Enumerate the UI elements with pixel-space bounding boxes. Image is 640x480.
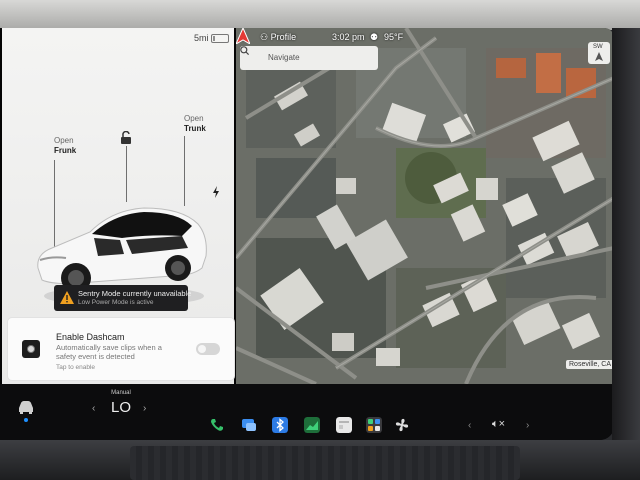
trunk-callout[interactable]: Open Trunk xyxy=(184,114,206,134)
energy-icon[interactable] xyxy=(304,417,320,433)
outside-temperature: 95°F xyxy=(384,32,404,42)
device-bezel-right xyxy=(612,28,640,448)
calendar-icon[interactable] xyxy=(336,417,352,433)
dashcam-icon xyxy=(22,340,40,358)
compass-arrow-icon xyxy=(595,52,603,61)
navigate-search[interactable]: Navigate xyxy=(240,46,378,70)
profile-label: Profile xyxy=(270,32,297,42)
trunk-label: Trunk xyxy=(184,124,206,133)
map-view[interactable]: 🔒︎ ⚇ Profile 3:02 pm ⚉ 95°F Navigate SW … xyxy=(236,28,614,384)
climate-control[interactable]: Manual ‹ LO › xyxy=(88,390,154,430)
car-icon[interactable] xyxy=(17,400,35,414)
charge-port-icon[interactable] xyxy=(212,186,220,198)
dashcam-toggle[interactable] xyxy=(196,343,220,355)
sentry-title: Sentry Mode currently unavailable xyxy=(78,289,192,298)
vehicle-position-icon xyxy=(236,28,250,44)
battery-range: 5mi xyxy=(194,33,209,43)
fan-icon[interactable] xyxy=(394,417,410,433)
sentry-mode-notice: Sentry Mode currently unavailable Low Po… xyxy=(54,285,192,311)
search-placeholder: Navigate xyxy=(268,53,300,62)
touchscreen: 5mi Open Frunk Open Trunk Sentry Mode cu… xyxy=(0,28,614,440)
door-pointer-line xyxy=(126,146,127,202)
climate-mode: Manual xyxy=(111,390,131,396)
dashcam-card[interactable]: Enable Dashcam Automatically save clips … xyxy=(8,318,234,380)
seat-fabric xyxy=(130,446,520,480)
location-label: Roseville, CA xyxy=(566,360,614,369)
messages-icon[interactable] xyxy=(241,417,257,433)
active-indicator xyxy=(24,418,28,422)
dashcam-description: Automatically save clips when a safety e… xyxy=(56,343,162,361)
volume-muted-icon[interactable]: 🔈︎× xyxy=(492,418,505,431)
frunk-action: Open xyxy=(54,136,74,145)
device-bezel-top xyxy=(0,0,640,30)
frunk-callout[interactable]: Open Frunk xyxy=(54,136,76,156)
phone-icon[interactable] xyxy=(209,417,225,433)
unlock-icon[interactable] xyxy=(120,131,132,145)
battery-level xyxy=(213,36,215,41)
bluetooth-icon[interactable] xyxy=(272,417,288,433)
volume-up-icon[interactable]: › xyxy=(526,420,529,431)
status-bar: 🔒︎ ⚇ Profile 3:02 pm ⚉ 95°F xyxy=(236,28,614,48)
profile-icon: ⚇ xyxy=(260,32,271,42)
clock: 3:02 pm xyxy=(332,32,365,42)
battery-icon xyxy=(211,34,229,43)
dashcam-title: Enable Dashcam xyxy=(56,332,125,342)
dashcam-lens xyxy=(27,345,35,353)
satellite-map[interactable] xyxy=(236,28,614,384)
frunk-label: Frunk xyxy=(54,146,77,155)
search-icon xyxy=(240,46,249,55)
sentry-subtitle: Low Power Mode is active xyxy=(78,299,154,306)
toggle-knob xyxy=(198,345,206,353)
temp-increase-icon[interactable]: › xyxy=(143,403,146,414)
car-status-panel: 5mi Open Frunk Open Trunk Sentry Mode cu… xyxy=(2,28,234,384)
dashcam-tap-hint: Tap to enable xyxy=(56,364,96,371)
warning-icon xyxy=(60,291,74,304)
apps-icon[interactable] xyxy=(366,417,382,433)
compass-button[interactable]: SW xyxy=(588,42,610,64)
trunk-action: Open xyxy=(184,114,204,123)
profile-button[interactable]: ⚇ Profile xyxy=(260,32,296,43)
user-icon: ⚉ xyxy=(370,32,379,42)
compass-heading: SW xyxy=(593,44,603,50)
bottom-dock: Manual ‹ LO › ‹ 🔈︎× › xyxy=(0,384,614,440)
volume-down-icon[interactable]: ‹ xyxy=(468,420,471,431)
